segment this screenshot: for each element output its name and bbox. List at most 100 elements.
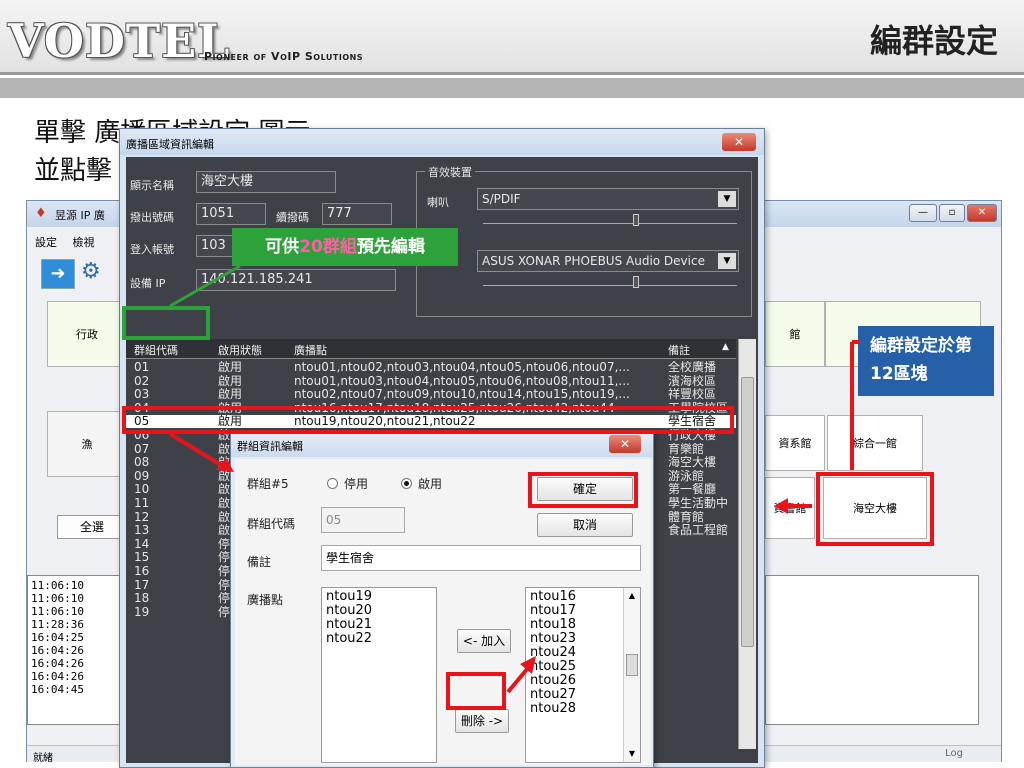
login-arrow-icon[interactable]: ➜ [41, 259, 75, 289]
col-points[interactable]: 廣播點 [294, 342, 327, 358]
col-group-code[interactable]: 群組代碼 [134, 342, 178, 358]
list-item[interactable]: ntou18 [530, 618, 620, 632]
list-item[interactable]: ntou20 [326, 604, 432, 618]
speaker-select[interactable]: S/PDIF ▼ [477, 188, 739, 210]
scrollbar-thumb[interactable] [626, 654, 638, 676]
list-item[interactable]: ntou25 [530, 660, 620, 674]
display-name-field[interactable]: 海空大樓 [196, 171, 336, 193]
slider-knob[interactable] [633, 276, 639, 288]
speaker-volume-slider[interactable] [483, 214, 737, 226]
table-cell: 食品工程館 [668, 524, 729, 538]
menu-settings[interactable]: 設定 [35, 236, 57, 249]
zone-label: 行政 [76, 328, 98, 341]
disable-radio[interactable]: 停用 [327, 475, 368, 492]
close-icon[interactable]: ✕ [609, 435, 641, 453]
list-item[interactable]: ntou27 [530, 688, 620, 702]
table-cell: 工學院校區 [668, 401, 729, 415]
table-cell: ntou01,ntou03,ntou04,ntou05,ntou06,ntou0… [294, 374, 630, 388]
login-label: 登入帳號 [130, 243, 174, 256]
group-table-header: 群組代碼 啟用狀態 廣播點 備註 ▲ [126, 339, 736, 359]
zone-label: 綜合一館 [853, 437, 897, 450]
add-button[interactable]: <- 加入 [457, 629, 511, 653]
table-cell: 11 [134, 497, 150, 510]
table-cell: 03 [134, 388, 150, 402]
cancel-button[interactable]: 取消 [537, 513, 633, 537]
list-item[interactable]: ntou26 [530, 674, 620, 688]
list-item[interactable]: ntou17 [530, 604, 620, 618]
table-row[interactable]: 04 啟用 ntou16,ntou17,ntou18,ntou25,ntou26,n… [126, 402, 736, 415]
table-cell: 04 [134, 401, 150, 415]
table-cell: 體育館 [668, 510, 705, 524]
table-cell: 08 [134, 456, 150, 470]
zone-block-fish[interactable]: 漁 [47, 411, 127, 477]
close-icon[interactable]: ✕ [722, 133, 756, 151]
list-scrollbar[interactable]: ▲ ▼ [623, 588, 640, 762]
zone-block-hall[interactable]: 館 [765, 301, 825, 367]
table-cell: ntou02,ntou07,ntou09,ntou10,ntou14,ntou1… [294, 388, 630, 402]
list-item[interactable]: ntou23 [530, 632, 620, 646]
col-note[interactable]: 備註 [668, 342, 690, 358]
zone-block-admin[interactable]: 行政 [47, 301, 127, 367]
list-item[interactable]: ntou28 [530, 702, 620, 716]
scroll-up-icon[interactable]: ▲ [624, 588, 640, 604]
device-ip-field[interactable]: 140.121.185.241 [196, 269, 396, 291]
maximize-button[interactable]: ▫ [939, 204, 965, 222]
zone-label: 漁 [81, 438, 93, 451]
log-time: 16:04:45 [31, 683, 84, 696]
slide-header: VODTEL Pioneer of VoIP Solutions 編群設定 [0, 0, 1024, 75]
zone-block-ocean-aero[interactable]: 海空大樓 [823, 477, 927, 539]
app-close-button[interactable]: ✕ [967, 204, 997, 222]
note-label: 備註 [247, 555, 272, 569]
zone-block-general-one[interactable]: 綜合一館 [827, 415, 923, 471]
menu-view[interactable]: 檢視 [73, 236, 95, 249]
table-cell: 10 [134, 483, 150, 497]
log-time: 16:04:26 [31, 644, 84, 657]
dial-out-field[interactable]: 1051 [196, 203, 266, 225]
table-cell: 18 [134, 592, 150, 606]
gear-icon[interactable]: ⚙ [81, 259, 111, 289]
header-divider-bar [0, 78, 1024, 98]
log-time: 11:06:10 [31, 592, 84, 605]
device-volume-slider[interactable] [483, 276, 737, 288]
list-item[interactable]: ntou19 [326, 590, 432, 604]
table-cell: 啟用 [218, 401, 243, 415]
table-cell: 祥豐校區 [668, 388, 717, 402]
ok-button[interactable]: 確定 [537, 477, 633, 501]
available-points-list[interactable]: ntou16 ntou17 ntou18 ntou23 ntou24 ntou2… [525, 587, 641, 763]
table-cell: 學生宿舍 [668, 415, 717, 429]
minimize-button[interactable]: — [909, 204, 937, 222]
select-all-button[interactable]: 全選 [57, 515, 127, 539]
slider-knob[interactable] [633, 214, 639, 226]
callout-block-twelve: 編群設定於第12區塊 [858, 326, 994, 396]
audio-device-select[interactable]: ASUS XONAR PHOEBUS Audio Device ▼ [477, 250, 739, 272]
ext-field[interactable]: 777 [322, 203, 392, 225]
remove-button[interactable]: 刪除 -> [455, 709, 509, 733]
dialog-titlebar: 廣播區域資訊編輯 ✕ [120, 129, 764, 155]
selected-points-list[interactable]: ntou19 ntou20 ntou21 ntou22 [321, 587, 437, 763]
scrollbar-thumb[interactable] [741, 377, 754, 647]
zone-block-library[interactable]: 資書館 [765, 477, 815, 539]
list-item[interactable]: ntou16 [530, 590, 620, 604]
list-item[interactable]: ntou24 [530, 646, 620, 660]
table-scrollbar[interactable] [738, 339, 756, 749]
table-row[interactable]: 03 啟用 ntou02,ntou07,ntou09,ntou10,ntou14,n… [126, 388, 736, 401]
speaker-value: S/PDIF [482, 192, 521, 206]
table-row[interactable]: 05 啟用 ntou19,ntou20,ntou21,ntou22 學生宿舍 [126, 415, 736, 429]
radio-label: 啟用 [418, 477, 443, 491]
log-panel-right[interactable] [765, 575, 979, 725]
table-cell: 01 [134, 361, 150, 374]
list-item[interactable]: ntou22 [326, 632, 432, 646]
log-time: 11:06:10 [31, 605, 84, 618]
ext-label: 續撥碼 [276, 211, 309, 224]
table-row[interactable]: 01 啟用 ntou01,ntou02,ntou03,ntou04,ntou05,n… [126, 361, 736, 374]
scroll-down-icon[interactable]: ▼ [624, 746, 640, 762]
note-field[interactable]: 學生宿舍 [321, 545, 641, 571]
log-time: 16:04:26 [31, 670, 84, 683]
list-item[interactable]: ntou21 [326, 618, 432, 632]
zone-block-info-dept[interactable]: 資系館 [765, 415, 825, 471]
group-code-field[interactable]: 05 [321, 507, 405, 533]
enable-radio[interactable]: 啟用 [401, 475, 442, 492]
table-row[interactable]: 02 啟用 ntou01,ntou03,ntou04,ntou05,ntou06,n… [126, 375, 736, 388]
col-state[interactable]: 啟用狀態 [218, 342, 262, 358]
speaker-label: 喇叭 [427, 196, 449, 209]
